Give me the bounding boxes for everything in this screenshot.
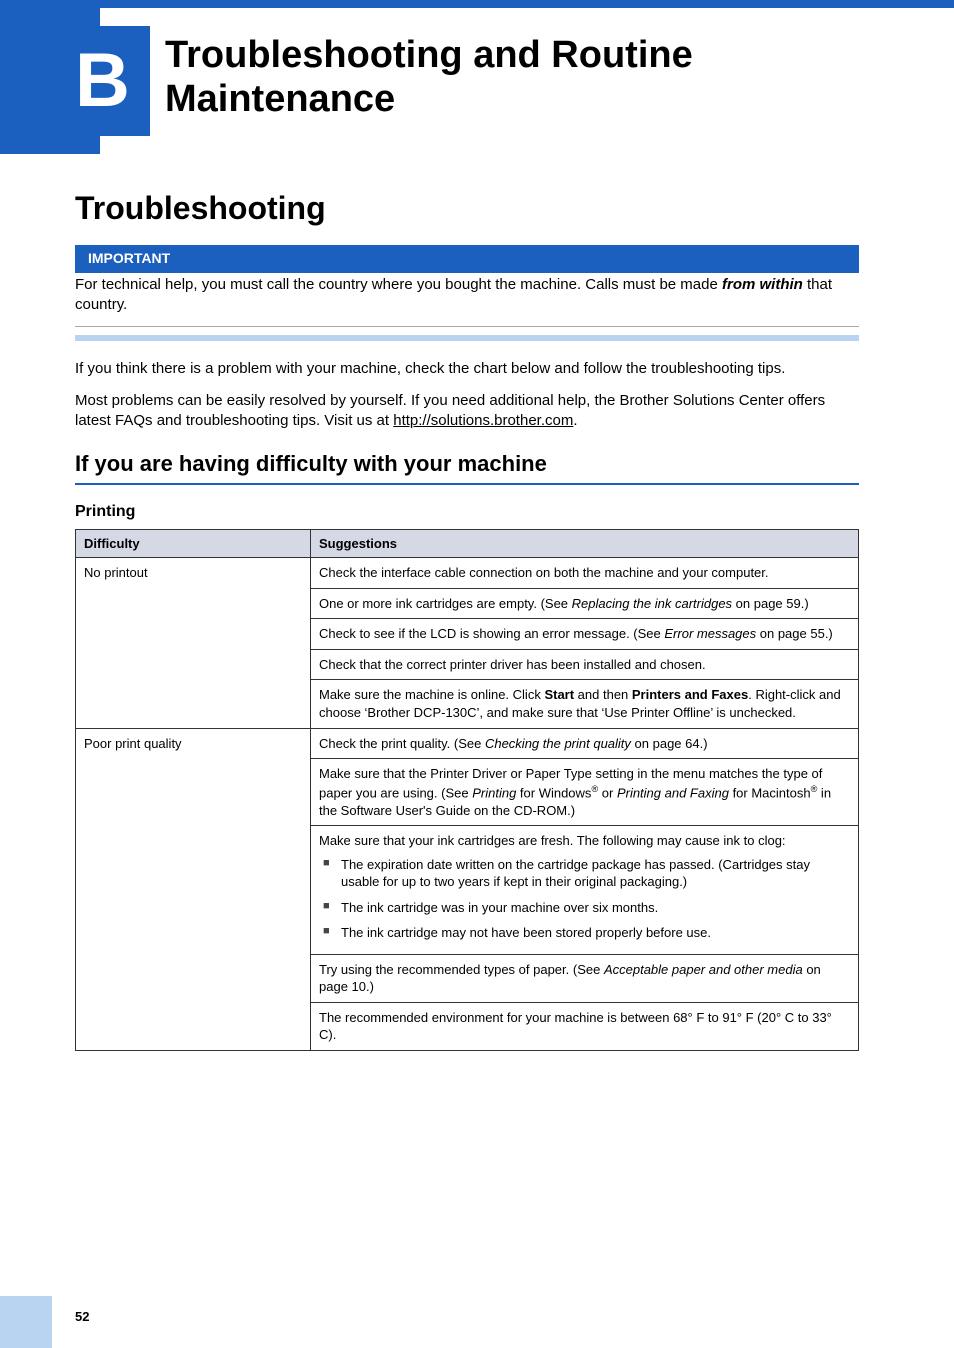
solutions-link[interactable]: http://solutions.brother.com <box>393 412 573 429</box>
important-text-em: from within <box>722 276 803 293</box>
suggestion-cell: Make sure the machine is online. Click S… <box>311 680 859 728</box>
top-accent-band <box>0 0 954 8</box>
subsection-heading: If you are having difficulty with your m… <box>75 451 859 485</box>
table-title: Printing <box>75 503 859 521</box>
suggestion-cell: Try using the recommended types of paper… <box>311 954 859 1002</box>
table-row: Poor print qualityCheck the print qualit… <box>76 728 859 759</box>
content-area: Troubleshooting IMPORTANT For technical … <box>75 190 859 1051</box>
suggestion-cell: Make sure that your ink cartridges are f… <box>311 826 859 955</box>
suggestion-cell: The recommended environment for your mac… <box>311 1002 859 1050</box>
chapter-letter: B <box>75 43 130 119</box>
suggestion-cell: Check that the correct printer driver ha… <box>311 649 859 680</box>
important-body: For technical help, you must call the co… <box>75 273 859 327</box>
separator-bar <box>75 335 859 341</box>
important-box: IMPORTANT For technical help, you must c… <box>75 245 859 327</box>
chapter-badge: B <box>55 26 150 136</box>
section-heading: Troubleshooting <box>75 190 859 227</box>
col-difficulty: Difficulty <box>76 530 311 558</box>
bullet-list: The expiration date written on the cartr… <box>319 856 850 942</box>
troubleshooting-table: Difficulty Suggestions No printoutCheck … <box>75 529 859 1051</box>
difficulty-cell: No printout <box>76 558 311 728</box>
page-number: 52 <box>75 1309 89 1324</box>
list-item: The ink cartridge may not have been stor… <box>323 924 850 942</box>
table-header-row: Difficulty Suggestions <box>76 530 859 558</box>
intro2-post: . <box>573 412 577 429</box>
col-suggestions: Suggestions <box>311 530 859 558</box>
list-item: The expiration date written on the cartr… <box>323 856 850 891</box>
important-label: IMPORTANT <box>75 245 859 273</box>
suggestion-cell: Check to see if the LCD is showing an er… <box>311 619 859 650</box>
intro-paragraph-1: If you think there is a problem with you… <box>75 359 859 379</box>
suggestion-cell: Make sure that the Printer Driver or Pap… <box>311 759 859 826</box>
suggestion-cell: One or more ink cartridges are empty. (S… <box>311 588 859 619</box>
table-row: No printoutCheck the interface cable con… <box>76 558 859 589</box>
intro-paragraph-2: Most problems can be easily resolved by … <box>75 391 859 432</box>
page: B Troubleshooting and Routine Maintenanc… <box>0 0 954 1348</box>
suggestion-cell: Check the print quality. (See Checking t… <box>311 728 859 759</box>
page-number-band <box>0 1296 52 1348</box>
list-item: The ink cartridge was in your machine ov… <box>323 899 850 917</box>
suggestion-cell: Check the interface cable connection on … <box>311 558 859 589</box>
difficulty-cell: Poor print quality <box>76 728 311 1050</box>
important-text-pre: For technical help, you must call the co… <box>75 276 722 293</box>
chapter-title: Troubleshooting and Routine Maintenance <box>165 34 894 121</box>
